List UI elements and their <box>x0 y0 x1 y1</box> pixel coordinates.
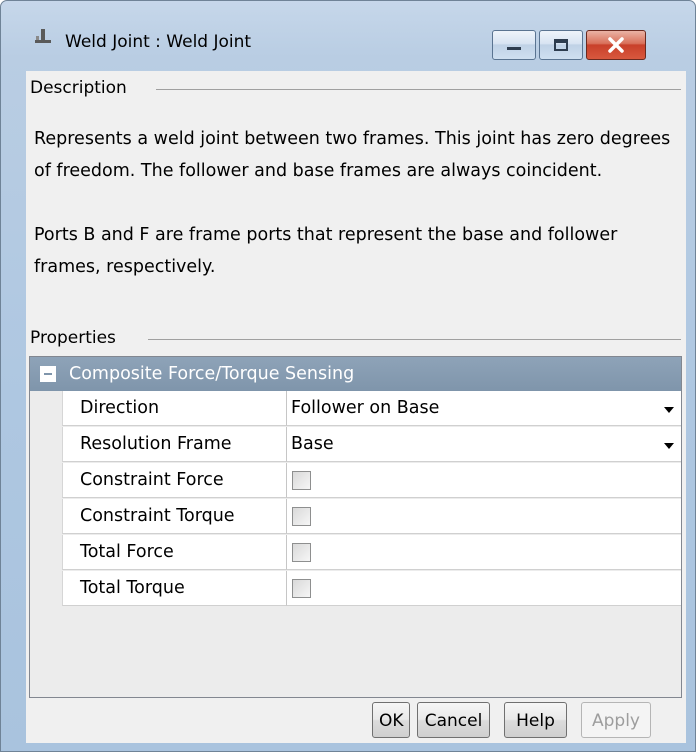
maximize-button[interactable] <box>539 30 583 60</box>
minimize-button[interactable] <box>492 30 536 60</box>
description-text: Represents a weld joint between two fram… <box>34 123 679 283</box>
help-button[interactable]: Help <box>504 702 567 738</box>
property-name: Direction <box>62 391 287 426</box>
close-icon <box>608 37 624 53</box>
collapse-minus-icon[interactable] <box>40 366 56 382</box>
total-torque-checkbox[interactable] <box>292 579 311 598</box>
property-row-total-force: Total Force <box>30 535 681 571</box>
maximize-icon <box>554 39 568 51</box>
property-row-constraint-force: Constraint Force <box>30 463 681 499</box>
row-gutter <box>30 427 62 463</box>
title-bar[interactable]: Weld Joint : Weld Joint <box>1 1 695 60</box>
properties-divider <box>148 339 681 340</box>
total-force-checkbox[interactable] <box>292 543 311 562</box>
direction-dropdown[interactable]: Follower on Base <box>287 391 681 426</box>
property-value <box>287 535 681 570</box>
row-gutter <box>30 499 62 535</box>
dropdown-value: Follower on Base <box>291 398 440 418</box>
property-value <box>287 571 681 606</box>
property-name: Resolution Frame <box>62 427 287 462</box>
property-value <box>287 499 681 534</box>
description-paragraph: Ports B and F are frame ports that repre… <box>34 225 618 277</box>
cancel-button[interactable]: Cancel <box>417 702 490 738</box>
dropdown-value: Base <box>291 434 334 454</box>
description-label: Description <box>30 78 133 98</box>
property-name: Constraint Force <box>62 463 287 498</box>
dialog-content: Description Represents a weld joint betw… <box>26 71 686 743</box>
row-gutter <box>30 463 62 499</box>
properties-label: Properties <box>30 328 122 348</box>
property-row-total-torque: Total Torque <box>30 571 681 607</box>
close-button[interactable] <box>586 30 646 60</box>
property-grid: Composite Force/Torque Sensing Direction… <box>29 356 682 698</box>
apply-button[interactable]: Apply <box>581 702 651 738</box>
property-name: Constraint Torque <box>62 499 287 534</box>
minimize-icon <box>507 47 521 50</box>
dropdown-arrow-icon[interactable] <box>664 407 674 413</box>
constraint-force-checkbox[interactable] <box>292 471 311 490</box>
property-name: Total Torque <box>62 571 287 606</box>
constraint-torque-checkbox[interactable] <box>292 507 311 526</box>
dialog-window: Weld Joint : Weld Joint Description Repr… <box>0 0 696 752</box>
dropdown-arrow-icon[interactable] <box>664 443 674 449</box>
weld-joint-icon <box>33 28 53 48</box>
row-gutter <box>30 571 62 607</box>
property-row-resolution-frame: Resolution Frame Base <box>30 427 681 463</box>
property-group-title: Composite Force/Torque Sensing <box>69 364 355 384</box>
description-divider <box>156 89 681 90</box>
property-group-header[interactable]: Composite Force/Torque Sensing <box>30 357 681 391</box>
ok-button[interactable]: OK <box>372 702 410 738</box>
resolution-frame-dropdown[interactable]: Base <box>287 427 681 462</box>
property-name: Total Force <box>62 535 287 570</box>
row-gutter <box>30 535 62 571</box>
row-gutter <box>30 391 62 427</box>
property-value <box>287 463 681 498</box>
property-row-direction: Direction Follower on Base <box>30 391 681 427</box>
description-paragraph: Represents a weld joint between two fram… <box>34 129 671 181</box>
window-title: Weld Joint : Weld Joint <box>65 32 252 52</box>
property-row-constraint-torque: Constraint Torque <box>30 499 681 535</box>
